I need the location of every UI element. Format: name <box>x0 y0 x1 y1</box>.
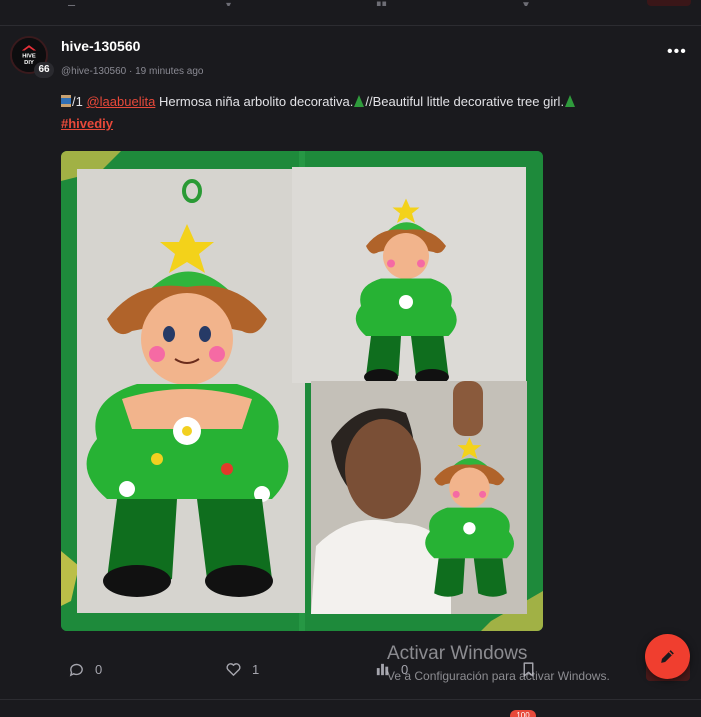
tree-emoji-icon <box>565 95 576 107</box>
notification-badge: 100 <box>510 710 536 717</box>
author-handle[interactable]: @hive-130560 <box>61 66 126 77</box>
meta-separator: · <box>128 66 133 77</box>
views-count: 0 <box>401 662 409 677</box>
compose-button[interactable] <box>645 634 690 679</box>
comment-count: 0 <box>95 662 103 677</box>
thread-spool-icon <box>61 95 71 107</box>
bottom-nav: 100 <box>0 699 701 717</box>
reputation-badge: 66 <box>34 62 54 78</box>
heart-icon[interactable]: ▾ <box>226 0 240 6</box>
like-count: 1 <box>252 662 260 677</box>
bookmark-icon <box>523 662 534 677</box>
post-actions: 0 1 0 <box>0 655 701 685</box>
body-text-es: Hermosa niña arbolito decorativa. <box>158 94 354 109</box>
comment-icon <box>69 663 83 677</box>
comment-icon[interactable]: ▄ <box>68 0 82 6</box>
svg-text:DIY: DIY <box>24 60 34 66</box>
heart-icon <box>226 663 241 676</box>
bar-chart-icon <box>376 663 389 676</box>
body-prefix: /1 <box>72 94 83 109</box>
hashtag-link[interactable]: #hivediy <box>61 116 113 131</box>
pencil-icon <box>661 650 674 663</box>
action-button[interactable] <box>647 0 691 6</box>
mention-link[interactable]: @laabuelita <box>86 94 155 109</box>
comment-button[interactable]: 0 <box>68 661 102 678</box>
like-button[interactable]: 1 <box>225 661 259 678</box>
author-name[interactable]: hive-130560 <box>61 38 140 54</box>
svg-text:HIVE: HIVE <box>22 54 36 60</box>
post-image[interactable] <box>61 151 543 631</box>
post-time: 19 minutes ago <box>135 66 204 77</box>
previous-post-action-bar: ▄ ▾ ▮▮ ▼ <box>0 0 701 26</box>
tree-emoji-icon <box>354 95 365 107</box>
views-button[interactable]: 0 <box>374 661 408 678</box>
bookmark-button[interactable] <box>520 661 537 678</box>
post-body: /1 @laabuelita Hermosa niña arbolito dec… <box>61 91 691 135</box>
body-text-en: //Beautiful little decorative tree girl. <box>365 94 565 109</box>
bar-chart-icon[interactable]: ▮▮ <box>376 0 390 6</box>
post-meta: @hive-130560 · 19 minutes ago <box>61 66 204 77</box>
more-horizontal-icon[interactable]: ••• <box>667 44 687 63</box>
post-card: HIVE DIY 66 hive-130560 @hive-130560 · 1… <box>0 27 701 699</box>
bookmark-icon[interactable]: ▼ <box>521 0 535 6</box>
